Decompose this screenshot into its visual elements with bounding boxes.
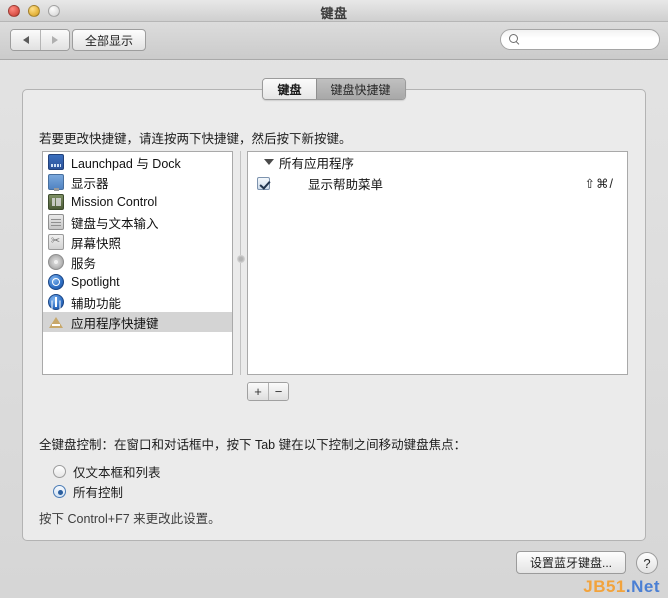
app-shortcuts-icon — [48, 314, 64, 330]
help-button[interactable]: ? — [636, 552, 658, 574]
radio-option-text-boxes-lists[interactable]: 仅文本框和列表 — [53, 462, 161, 481]
keyboard-icon — [48, 214, 64, 230]
shortcut-list[interactable]: 所有应用程序 显示帮助菜单 ⇧⌘/ — [247, 151, 628, 375]
sidebar-item-launchpad-dock[interactable]: Launchpad 与 Dock — [43, 152, 232, 172]
sidebar-item-accessibility[interactable]: 辅助功能 — [43, 292, 232, 312]
sidebar-item-label: Mission Control — [71, 195, 158, 209]
watermark: JB51.Net — [583, 577, 660, 597]
chevron-down-icon[interactable] — [264, 159, 274, 165]
shortcut-keys[interactable]: ⇧⌘/ — [585, 176, 614, 191]
preferences-panel: 若要更改快捷键，请连按两下快捷键，然后按下新按键。 Launchpad 与 Do… — [22, 89, 646, 541]
window-title: 键盘 — [320, 6, 348, 21]
triangle-right-icon — [52, 36, 58, 44]
navigation-buttons — [10, 29, 70, 51]
toolbar: 全部显示 — [0, 22, 668, 60]
tab-bar: 键盘 键盘快捷键 — [0, 78, 668, 100]
display-icon — [48, 174, 64, 191]
sidebar-item-spotlight[interactable]: Spotlight — [43, 272, 232, 292]
spotlight-icon — [48, 274, 64, 290]
radio-icon-selected[interactable] — [53, 485, 66, 498]
sidebar-item-label: 屏幕快照 — [71, 236, 122, 251]
screenshot-icon — [48, 234, 64, 250]
setup-bluetooth-keyboard-button[interactable]: 设置蓝牙键盘... — [515, 551, 626, 574]
shortcut-group-header[interactable]: 所有应用程序 — [248, 152, 627, 172]
sidebar-item-keyboard-text-input[interactable]: 键盘与文本输入 — [43, 212, 232, 232]
tab-keyboard-shortcuts[interactable]: 键盘快捷键 — [315, 79, 405, 99]
sidebar-item-label: 应用程序快捷键 — [71, 316, 159, 331]
sidebar-item-services[interactable]: 服务 — [43, 252, 232, 272]
splitter-line — [240, 151, 241, 375]
radio-option-all-controls[interactable]: 所有控制 — [53, 482, 123, 501]
remove-shortcut-button[interactable]: − — [268, 383, 288, 400]
watermark-part2: .Net — [625, 577, 660, 596]
tab-keyboard[interactable]: 键盘 — [263, 79, 316, 99]
sidebar-item-display[interactable]: 显示器 — [43, 172, 232, 192]
sidebar-item-mission-control[interactable]: Mission Control — [43, 192, 232, 212]
keyboard-access-note: 按下 Control+F7 来更改此设置。 — [39, 512, 221, 526]
sidebar-item-label: 键盘与文本输入 — [71, 216, 159, 231]
back-button[interactable] — [11, 30, 40, 50]
sidebar-item-label: 服务 — [71, 256, 97, 271]
mission-control-icon — [48, 194, 64, 210]
search-icon — [509, 34, 520, 45]
sidebar-item-screenshot[interactable]: 屏幕快照 — [43, 232, 232, 252]
shortcut-category-list[interactable]: Launchpad 与 Dock 显示器 Mission Control 键盘与… — [42, 151, 233, 375]
shortcut-group-label: 所有应用程序 — [279, 156, 355, 171]
table-row[interactable]: 显示帮助菜单 ⇧⌘/ — [248, 172, 627, 194]
shortcut-enabled-checkbox[interactable] — [257, 176, 270, 190]
full-keyboard-access-label: 全键盘控制：在窗口和对话框中，按下 Tab 键在以下控制之间移动键盘焦点： — [39, 438, 467, 452]
add-shortcut-button[interactable]: + — [248, 383, 268, 400]
show-all-button[interactable]: 全部显示 — [72, 29, 147, 51]
forward-button — [40, 30, 69, 50]
instruction-text: 若要更改快捷键，请连按两下快捷键，然后按下新按键。 — [39, 132, 352, 146]
sidebar-item-app-shortcuts[interactable]: 应用程序快捷键 — [43, 312, 232, 332]
panel-splitter[interactable] — [236, 151, 247, 375]
radio-label: 所有控制 — [73, 486, 124, 500]
launchpad-icon — [48, 154, 64, 170]
triangle-left-icon — [22, 36, 29, 44]
accessibility-icon — [48, 294, 64, 310]
radio-label: 仅文本框和列表 — [73, 466, 161, 480]
splitter-grip-icon[interactable] — [237, 255, 245, 263]
sidebar-item-label: 显示器 — [71, 176, 109, 191]
sidebar-item-label: 辅助功能 — [71, 296, 122, 311]
search-input[interactable] — [524, 31, 644, 48]
search-field[interactable] — [500, 29, 660, 50]
radio-icon[interactable] — [53, 465, 66, 478]
sidebar-item-label: Launchpad 与 Dock — [71, 156, 181, 171]
sidebar-item-label: Spotlight — [71, 275, 120, 289]
watermark-part1: JB51 — [583, 577, 626, 596]
services-icon — [48, 254, 64, 270]
shortcut-name: 显示帮助菜单 — [308, 177, 384, 192]
add-remove-buttons: + − — [247, 382, 289, 401]
preferences-window: 键盘 全部显示 键盘 键盘快捷键 若要更改快捷键，请连按两下快捷键，然后按下新按… — [0, 0, 668, 598]
window-titlebar: 键盘 — [0, 0, 668, 22]
